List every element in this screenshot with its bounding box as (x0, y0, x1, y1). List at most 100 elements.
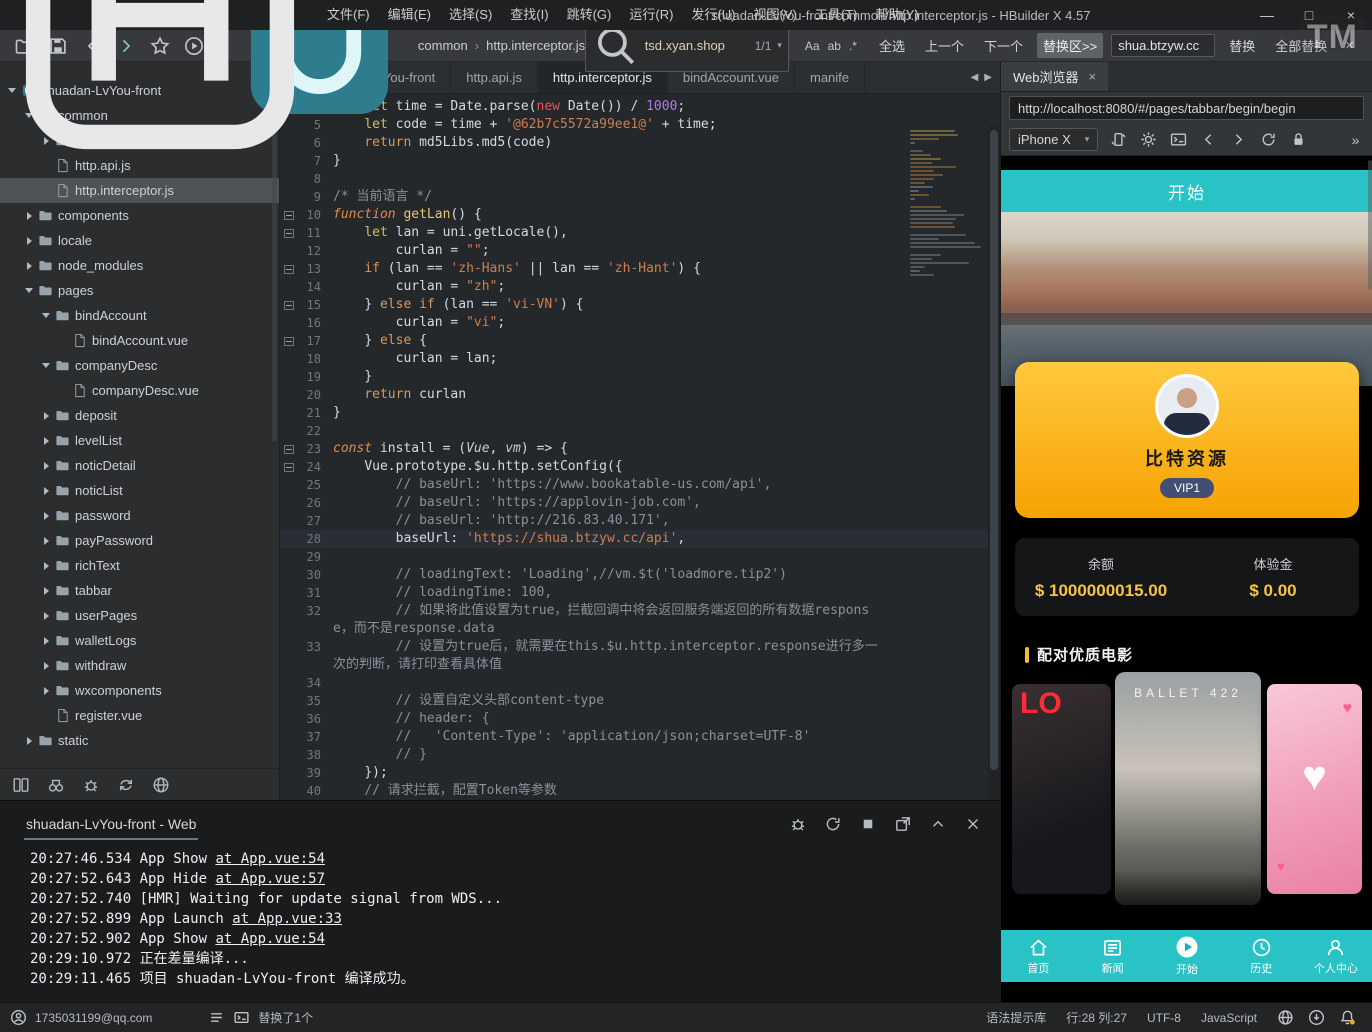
tree-item-wxcomponents[interactable]: wxcomponents (0, 678, 279, 703)
explore-icon[interactable] (152, 776, 170, 794)
fold-marker-icon[interactable] (284, 265, 294, 274)
tree-item-locale[interactable]: locale (0, 228, 279, 253)
code-line-37[interactable]: 37 // 'Content-Type': 'application/json;… (280, 728, 1000, 746)
search-option-2[interactable]: .* (845, 38, 861, 54)
next-button[interactable]: 下一个 (978, 33, 1029, 58)
lock-icon[interactable] (1290, 131, 1307, 148)
gear-icon[interactable] (1140, 131, 1157, 148)
restart-icon[interactable] (824, 815, 842, 833)
code-line-31[interactable]: 31 // loadingTime: 100, (280, 584, 1000, 602)
code-line-24[interactable]: 24 Vue.prototype.$u.http.setConfig({ (280, 458, 1000, 476)
code-line-10[interactable]: 10function getLan() { (280, 206, 1000, 224)
code-line-33[interactable]: 33 // 设置为true后，就需要在this.$u.http.intercep… (280, 638, 1000, 674)
app-tab-首页[interactable]: 首页 (1001, 930, 1075, 982)
tree-item-register.vue[interactable]: register.vue (0, 703, 279, 728)
tree-item-pages[interactable]: pages (0, 278, 279, 303)
syntax-lib[interactable]: 语法提示库 (986, 1009, 1046, 1026)
tree-item-withdraw[interactable]: withdraw (0, 653, 279, 678)
tree-item-payPassword[interactable]: payPassword (0, 528, 279, 553)
search-count-dropdown-icon[interactable]: ▾ (777, 40, 782, 51)
cursor-position[interactable]: 行:28 列:27 (1066, 1009, 1127, 1026)
menu-item-3[interactable]: 查找(I) (501, 0, 557, 30)
files-icon[interactable] (12, 776, 30, 794)
user-account-icon[interactable] (10, 1009, 27, 1026)
breadcrumb-file[interactable]: http.interceptor.js (486, 38, 585, 53)
debug-icon[interactable] (82, 776, 100, 794)
movie-card-0[interactable]: LO (1012, 684, 1111, 894)
list-icon[interactable] (208, 1009, 225, 1026)
fold-marker-icon[interactable] (284, 463, 294, 472)
tree-item-companyDesc.vue[interactable]: companyDesc.vue (0, 378, 279, 403)
sidebar-scrollbar[interactable] (272, 132, 277, 442)
find-icon[interactable] (47, 776, 65, 794)
search-option-1[interactable]: ab (824, 38, 845, 54)
movie-card-2[interactable]: ♥♥♥ (1267, 684, 1362, 894)
download-icon[interactable] (1308, 1009, 1325, 1026)
source-link[interactable]: at App.vue:57 (215, 871, 325, 887)
replace-all-button[interactable]: 全部替换 (1269, 33, 1333, 58)
tree-item-node_modules[interactable]: node_modules (0, 253, 279, 278)
stop-icon[interactable] (859, 815, 877, 833)
menu-item-0[interactable]: 文件(F) (318, 0, 379, 30)
preview-scrollbar[interactable] (1368, 160, 1372, 290)
console-tab[interactable]: shuadan-LvYou-front - Web (24, 810, 198, 840)
minimap[interactable] (910, 130, 984, 278)
tree-item-noticDetail[interactable]: noticDetail (0, 453, 279, 478)
tree-item-http.interceptor.js[interactable]: http.interceptor.js (0, 178, 279, 203)
code-line-27[interactable]: 27 // baseUrl: 'http://216.83.40.171', (280, 512, 1000, 530)
select-all-button[interactable]: 全选 (873, 33, 911, 58)
code-line-21[interactable]: 21} (280, 404, 1000, 422)
code-line-9[interactable]: 9/* 当前语言 */ (280, 188, 1000, 206)
code-line-38[interactable]: 38 // } (280, 746, 1000, 764)
console-icon[interactable] (233, 1009, 250, 1026)
code-line-20[interactable]: 20 return curlan (280, 386, 1000, 404)
minimize-button[interactable]: — (1246, 0, 1288, 30)
code-line-13[interactable]: 13 if (lan == 'zh-Hans' || lan == 'zh-Ha… (280, 260, 1000, 278)
fold-marker-icon[interactable] (284, 229, 294, 238)
code-line-25[interactable]: 25 // baseUrl: 'https://www.bookatable-u… (280, 476, 1000, 494)
code-line-22[interactable]: 22 (280, 422, 1000, 440)
source-link[interactable]: at App.vue:33 (232, 911, 342, 927)
tree-item-noticList[interactable]: noticList (0, 478, 279, 503)
prev-button[interactable]: 上一个 (919, 33, 970, 58)
code-line-35[interactable]: 35 // 设置自定义头部content-type (280, 692, 1000, 710)
tree-item-components[interactable]: components (0, 203, 279, 228)
encoding[interactable]: UTF-8 (1147, 1011, 1181, 1025)
code-line-18[interactable]: 18 curlan = lan; (280, 350, 1000, 368)
code-line-30[interactable]: 30 // loadingText: 'Loading',//vm.$t('lo… (280, 566, 1000, 584)
rotate-icon[interactable] (1110, 131, 1127, 148)
code-line-8[interactable]: 8 (280, 170, 1000, 188)
tree-item-static[interactable]: static (0, 728, 279, 753)
breadcrumb-folder[interactable]: common (418, 38, 468, 53)
device-select[interactable]: iPhone X ▾ (1009, 128, 1098, 151)
fold-marker-icon[interactable] (284, 337, 294, 346)
bell-icon[interactable] (1339, 1009, 1356, 1026)
tree-item-levelList[interactable]: levelList (0, 428, 279, 453)
menu-item-2[interactable]: 选择(S) (440, 0, 501, 30)
close-console-icon[interactable] (964, 815, 982, 833)
code-line-39[interactable]: 39 }); (280, 764, 1000, 782)
tree-item-tabbar[interactable]: tabbar (0, 578, 279, 603)
code-line-28[interactable]: 28 baseUrl: 'https://shua.btzyw.cc/api', (280, 530, 1000, 548)
app-tab-历史[interactable]: 历史 (1224, 930, 1298, 982)
tree-item-deposit[interactable]: deposit (0, 403, 279, 428)
fold-marker-icon[interactable] (284, 301, 294, 310)
code-line-40[interactable]: 40 // 请求拦截，配置Token等参数 (280, 782, 1000, 800)
code-line-11[interactable]: 11 let lan = uni.getLocale(), (280, 224, 1000, 242)
more-icon[interactable]: » (1347, 131, 1364, 148)
tree-item-userPages[interactable]: userPages (0, 603, 279, 628)
code-line-12[interactable]: 12 curlan = ""; (280, 242, 1000, 260)
code-area[interactable]: 4 let time = Date.parse(new Date()) / 10… (280, 94, 1000, 800)
collapse-icon[interactable] (929, 815, 947, 833)
code-line-34[interactable]: 34 (280, 674, 1000, 692)
code-line-14[interactable]: 14 curlan = "zh"; (280, 278, 1000, 296)
tree-item-password[interactable]: password (0, 503, 279, 528)
search-input[interactable] (645, 38, 749, 53)
editor-scrollbar[interactable] (988, 126, 1000, 800)
code-line-16[interactable]: 16 curlan = "vi"; (280, 314, 1000, 332)
code-line-23[interactable]: 23const install = (Vue, vm) => { (280, 440, 1000, 458)
close-button[interactable]: × (1330, 0, 1372, 30)
tab-scroll-right-icon[interactable]: ▶ (984, 72, 992, 83)
replace-button[interactable]: 替换 (1223, 33, 1261, 58)
refresh-icon[interactable] (1260, 131, 1277, 148)
